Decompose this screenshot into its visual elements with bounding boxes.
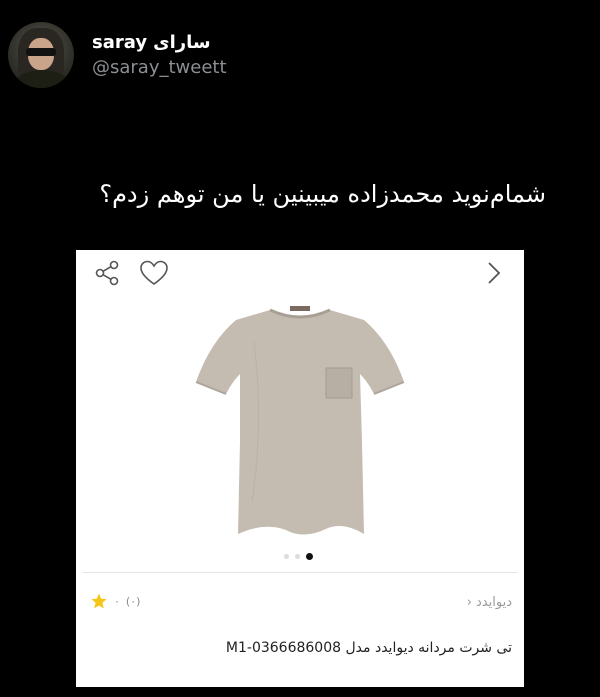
display-name-persian: سارای bbox=[153, 32, 211, 53]
tweet-header: saray سارای @saray_tweett bbox=[8, 22, 227, 88]
brand-link[interactable]: دیوایدد ‹ bbox=[467, 595, 512, 610]
user-names: saray سارای @saray_tweett bbox=[92, 32, 227, 78]
brand-name: دیوایدد bbox=[476, 595, 512, 610]
rating-value: ۰ bbox=[114, 594, 120, 608]
rating-count: (۰) bbox=[125, 594, 141, 608]
chevron-left-icon: ‹ bbox=[466, 595, 472, 610]
chevron-right-icon[interactable] bbox=[486, 260, 502, 286]
user-handle[interactable]: @saray_tweett bbox=[92, 57, 227, 78]
share-icon[interactable] bbox=[94, 260, 120, 286]
avatar[interactable] bbox=[8, 22, 74, 88]
rating: ۰ (۰) bbox=[90, 592, 140, 610]
tshirt-product-image[interactable] bbox=[194, 302, 406, 542]
carousel-dot-active[interactable] bbox=[306, 553, 313, 560]
carousel-dot[interactable] bbox=[284, 554, 289, 559]
display-name-latin: saray bbox=[92, 32, 148, 53]
carousel-dot[interactable] bbox=[295, 554, 300, 559]
display-name[interactable]: saray سارای bbox=[92, 32, 227, 53]
heart-icon[interactable] bbox=[140, 260, 168, 286]
star-icon bbox=[91, 593, 107, 609]
product-card-image: ۰ (۰) دیوایدد ‹ تی شرت مردانه دیوایدد مد… bbox=[76, 250, 524, 687]
divider bbox=[82, 572, 518, 573]
carousel-dots[interactable] bbox=[284, 553, 313, 560]
tweet-text: شمام‌نوید محمدزاده میبینین یا من توهم زد… bbox=[99, 180, 546, 208]
product-title: تی شرت مردانه دیوایدد مدل M1-0366686008 bbox=[225, 640, 512, 656]
